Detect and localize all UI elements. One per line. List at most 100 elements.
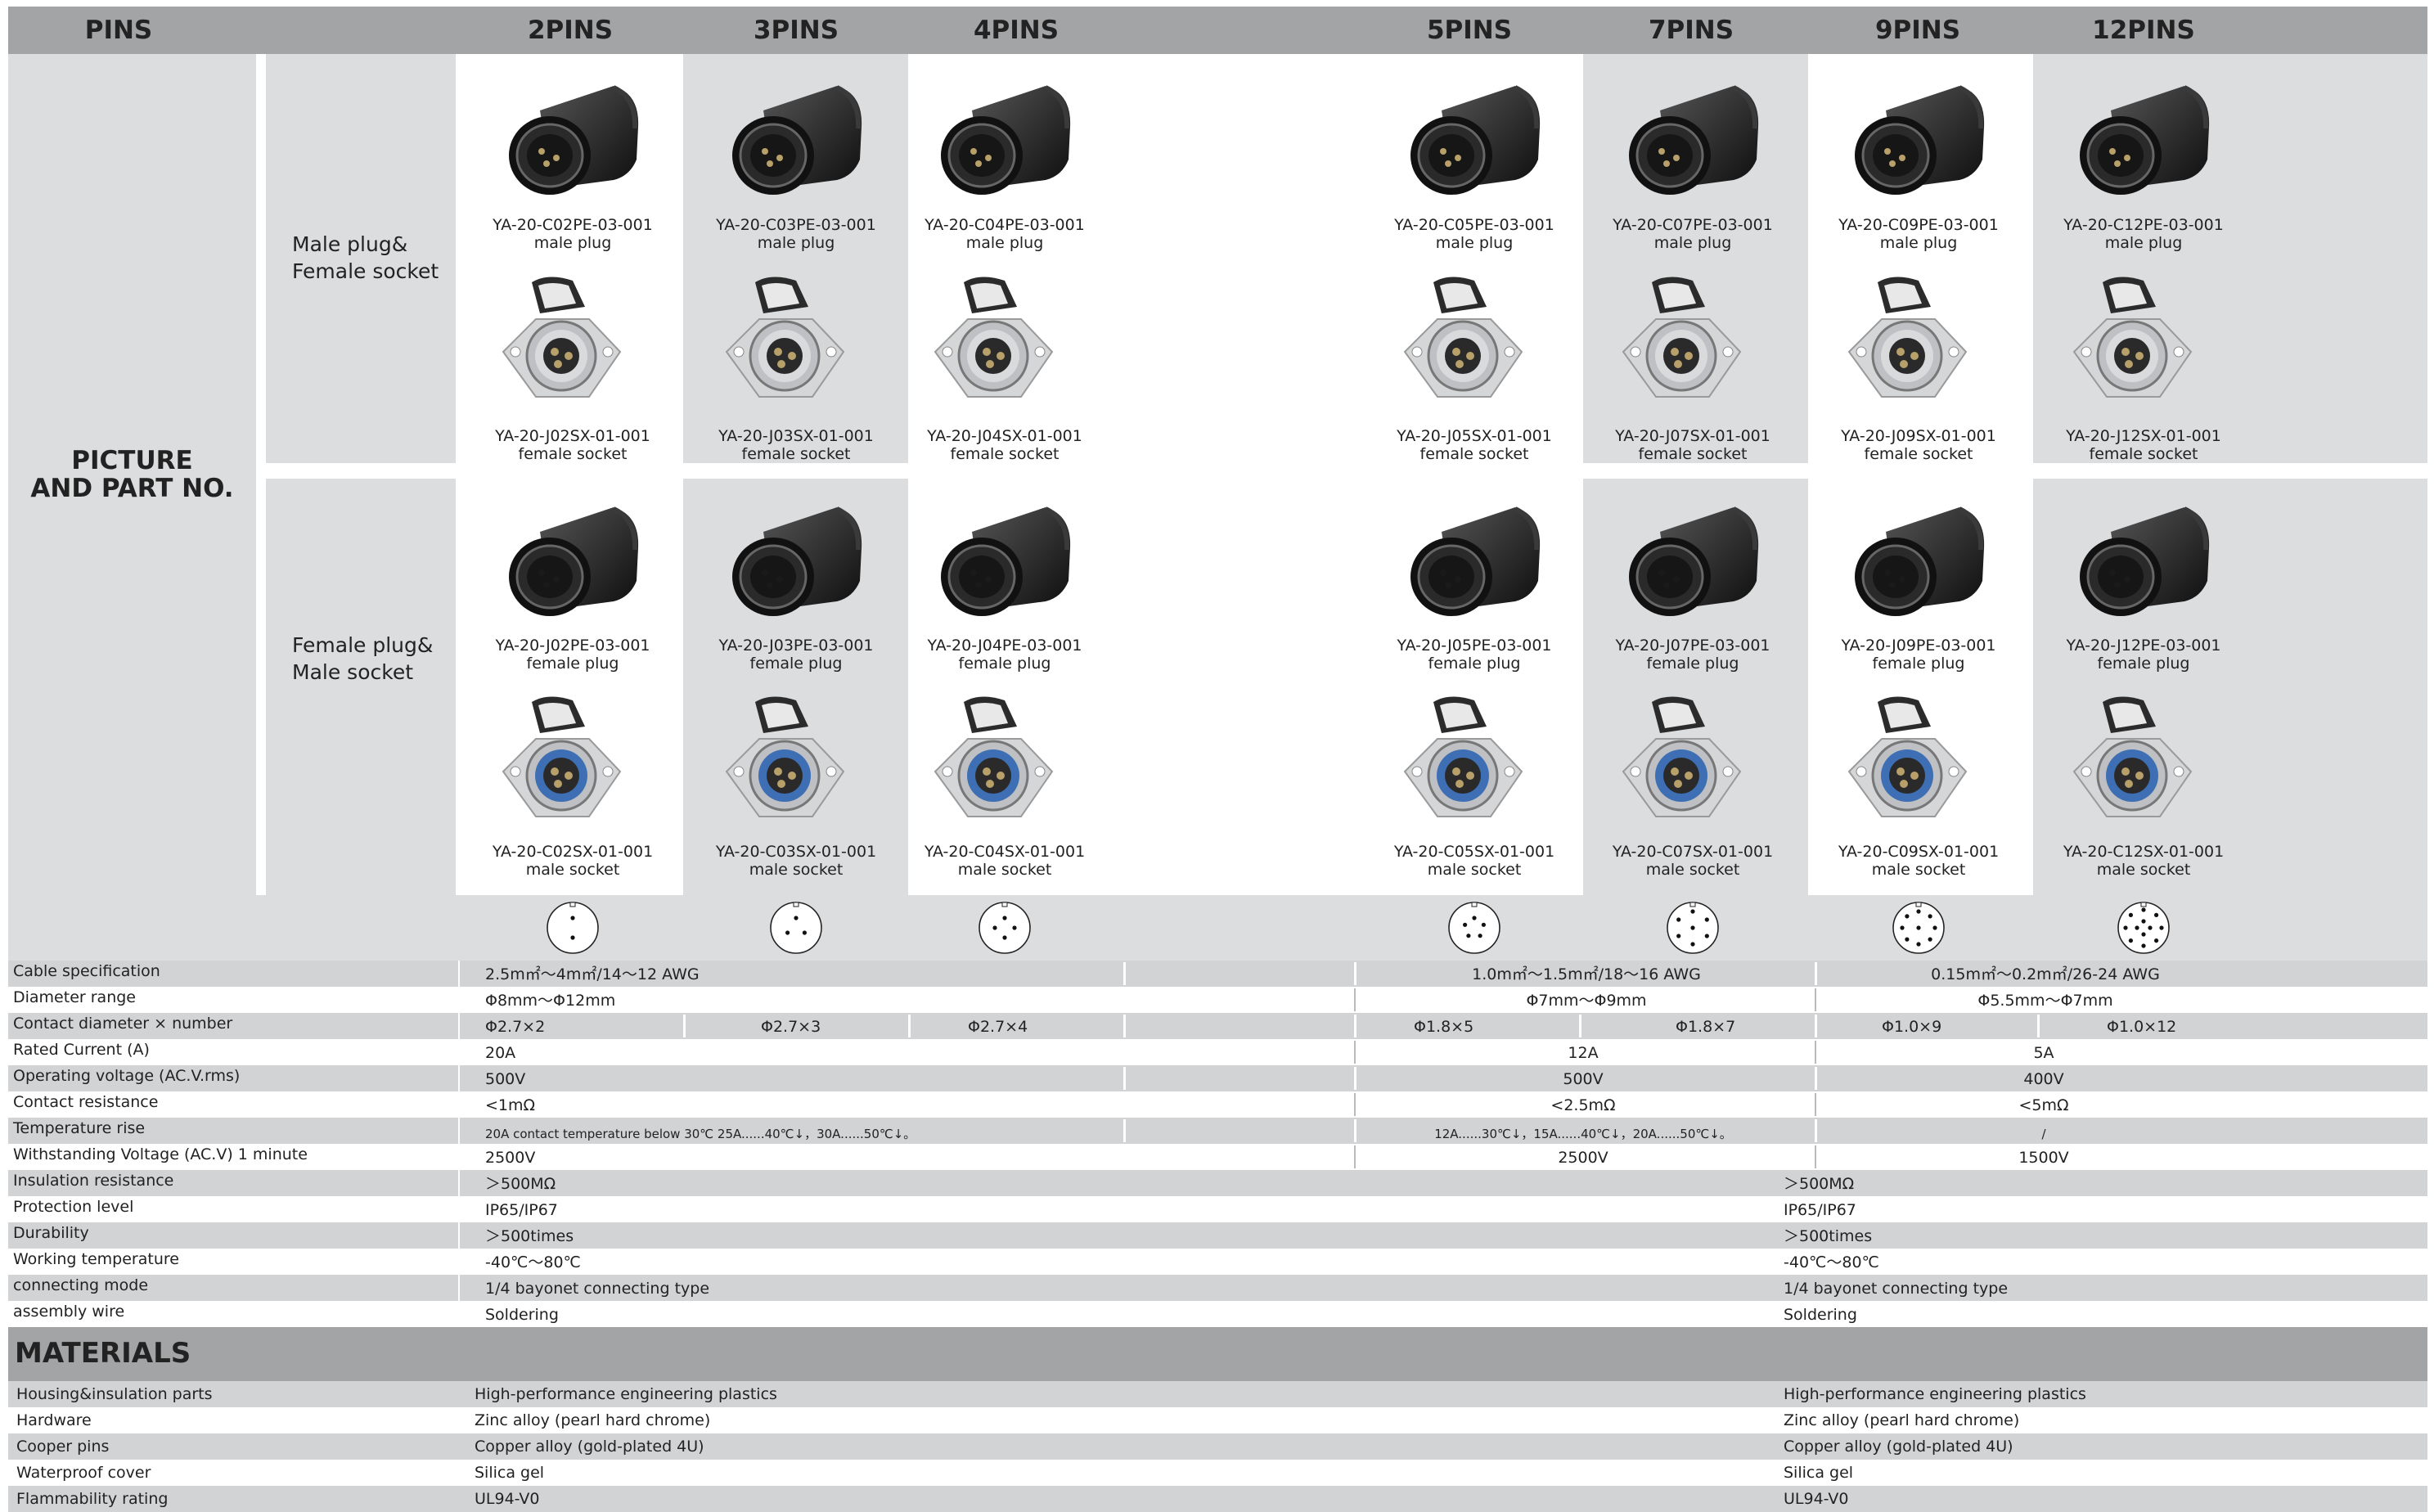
part-number: YA-20-C02PE-03-001 [493, 216, 653, 234]
cell-divider [683, 1015, 686, 1037]
picture-section-label: PICTURE AND PART NO. [30, 446, 234, 503]
spec-value-left: IP65/IP67 [485, 1201, 558, 1219]
spec-value-9-12pins: 5A [2033, 1044, 2054, 1062]
material-value-right: Zinc alloy (pearl hard chrome) [1784, 1411, 2020, 1429]
spec-value-9-12pins: 1500V [2018, 1149, 2069, 1167]
female-plug-image [1611, 499, 1775, 622]
spec-label: Cable specification [13, 962, 160, 980]
spec-value-right: ＞500times [1784, 1227, 1873, 1245]
female-plug-image [923, 499, 1087, 622]
male-plug-image [714, 78, 878, 200]
female-socket-image [714, 274, 878, 417]
cell-divider [1123, 1015, 1126, 1037]
female-socket-image [1837, 274, 2000, 417]
part-type: male socket [1871, 861, 1966, 879]
spec-value-c7: Φ1.8×7 [1676, 1018, 1736, 1036]
column-header-7pins: 7PINS [1648, 16, 1734, 45]
cell-divider [908, 1015, 911, 1037]
spec-label: Durability [13, 1224, 89, 1242]
pin-layout-diagram-7 [1665, 900, 1721, 956]
cell-divider [1354, 1015, 1356, 1037]
part-type: male socket [749, 861, 844, 879]
row-group-label-bottom: Female plug& Male socket [292, 633, 434, 684]
part-type: female plug [1646, 655, 1739, 673]
spec-row-bg [8, 1301, 2427, 1327]
part-caption: YA-20-C12SX-01-001 male socket [2029, 843, 2258, 879]
part-number: YA-20-J09SX-01-001 [1841, 427, 1996, 445]
spec-value-5-7pins: <2.5mΩ [1550, 1096, 1616, 1114]
pin-layout-diagram-2 [545, 900, 601, 956]
column-header-12pins: 12PINS [2092, 16, 2195, 45]
spec-label: connecting mode [13, 1276, 149, 1294]
part-number: YA-20-C09PE-03-001 [1838, 216, 1999, 234]
male-plug-image [923, 78, 1087, 200]
part-type: male plug [2104, 234, 2183, 252]
part-type: female socket [518, 445, 628, 463]
part-number: YA-20-C03SX-01-001 [715, 843, 877, 861]
column-header-4pins: 4PINS [973, 16, 1060, 45]
female-socket-image [2062, 274, 2225, 417]
female-socket-image [491, 274, 655, 417]
part-type: male plug [1435, 234, 1514, 252]
spec-value-left: ＞500MΩ [485, 1175, 556, 1193]
part-type: female socket [1638, 445, 1748, 463]
picture-cell-bg [1133, 479, 1358, 895]
spec-label: Insulation resistance [13, 1172, 174, 1190]
material-value-left: Silica gel [475, 1464, 545, 1482]
part-caption: YA-20-C07PE-03-001 male plug [1578, 216, 1807, 252]
female-socket-image [1392, 274, 1556, 417]
part-type: male socket [2096, 861, 2191, 879]
female-plug-image [714, 499, 878, 622]
part-number: YA-20-C05SX-01-001 [1393, 843, 1555, 861]
part-type: male plug [965, 234, 1044, 252]
spec-value-right: Soldering [1784, 1306, 1857, 1324]
part-number: YA-20-J05PE-03-001 [1397, 637, 1552, 655]
female-plug-image [1837, 499, 2000, 622]
spec-row-bg [8, 1275, 2427, 1301]
spec-label: Working temperature [13, 1250, 179, 1268]
material-value-left: Copper alloy (gold-plated 4U) [475, 1438, 704, 1456]
male-plug-image [491, 78, 655, 200]
spec-row-bg [8, 1222, 2427, 1249]
spec-value-c12: Φ1.0×12 [2107, 1018, 2177, 1036]
female-plug-image [1392, 499, 1556, 622]
material-value-right: Silica gel [1784, 1464, 1854, 1482]
male-plug-image [1611, 78, 1775, 200]
part-type: male socket [1427, 861, 1522, 879]
male-plug-image [2062, 78, 2225, 200]
spec-value-5-7pins: 2500V [1558, 1149, 1608, 1167]
material-row-bg [8, 1433, 2427, 1460]
spec-row-bg [8, 1196, 2427, 1222]
material-label: Flammability rating [16, 1490, 169, 1508]
cell-divider [1123, 1119, 1126, 1142]
spec-value-2-4pins: 20A [485, 1044, 516, 1062]
material-value-left: Zinc alloy (pearl hard chrome) [475, 1411, 711, 1429]
part-number: YA-20-J03PE-03-001 [718, 637, 874, 655]
material-value-left: High-performance engineering plastics [475, 1385, 777, 1403]
spec-value-c4: Φ2.7×4 [968, 1018, 1028, 1036]
spec-value-left: ＞500times [485, 1227, 574, 1245]
part-type: female socket [741, 445, 851, 463]
spec-value-right: -40℃～80℃ [1784, 1253, 1879, 1271]
spec-value-9-12pins: 400V [2023, 1070, 2064, 1088]
spec-column-divider [458, 961, 460, 1327]
part-caption: YA-20-J02PE-03-001 female plug [458, 637, 687, 673]
cell-divider [2037, 1015, 2040, 1037]
cell-divider [1815, 1015, 1817, 1037]
material-value-right: High-performance engineering plastics [1784, 1385, 2086, 1403]
spec-value-9-12pins: 0.15m㎡～0.2m㎡/26-24 AWG [1931, 965, 2160, 983]
part-caption: YA-20-C03SX-01-001 male socket [682, 843, 911, 879]
material-row-bg [8, 1407, 2427, 1433]
spec-value-right: ＞500MΩ [1784, 1175, 1855, 1193]
part-caption: YA-20-J05SX-01-001 female socket [1360, 427, 1589, 463]
male-plug-image [1837, 78, 2000, 200]
spec-value-5-7pins: 12A [1568, 1044, 1599, 1062]
part-caption: YA-20-J04PE-03-001 female plug [890, 637, 1119, 673]
column-header-5pins: 5PINS [1426, 16, 1513, 45]
male-socket-image [1611, 694, 1775, 837]
part-caption: YA-20-C09SX-01-001 male socket [1804, 843, 2033, 879]
spec-value-2-4pins: <1mΩ [485, 1096, 536, 1114]
part-type: female socket [1419, 445, 1529, 463]
part-number: YA-20-C09SX-01-001 [1838, 843, 2000, 861]
part-number: YA-20-J12PE-03-001 [2066, 637, 2221, 655]
